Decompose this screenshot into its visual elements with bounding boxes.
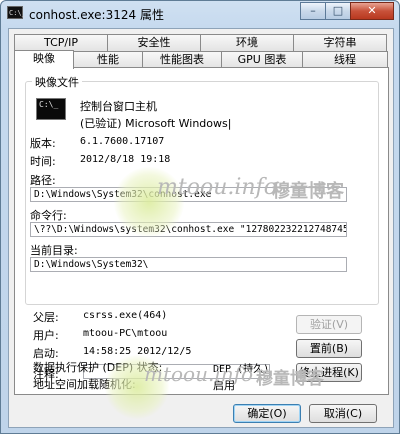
- watermark-brand-top: mtoou.info: [157, 175, 277, 200]
- tab-environment[interactable]: 环境: [200, 34, 294, 51]
- image-tab-panel: 映像文件 C:\_ 控制台窗口主机 (已验证) Microsoft Window…: [14, 67, 389, 395]
- time-value: 2012/8/18 19:18: [80, 154, 171, 165]
- ok-button[interactable]: 确定(O): [233, 404, 301, 423]
- verify-button[interactable]: 验证(V): [296, 315, 362, 334]
- cancel-button[interactable]: 取消(C): [309, 404, 377, 423]
- verified-publisher-text: (已验证) Microsoft Windows: [80, 117, 228, 130]
- parent-value: csrss.exe(464): [83, 310, 168, 321]
- tab-row-bottom: 映像 性能 性能图表 GPU 图表 线程: [14, 50, 388, 69]
- command-line-label: 命令行:: [30, 209, 67, 222]
- watermark-cn-bottom: 穆童博客: [256, 369, 324, 389]
- tab-row-top: TCP/IP 安全性 环境 字符串: [14, 34, 387, 51]
- properties-window: C:\_ conhost.exe:3124 属性 – □ ✕ TCP/IP 安全…: [0, 0, 400, 434]
- version-value: 6.1.7600.17107: [80, 136, 165, 147]
- command-line-field[interactable]: \??\D:\Windows\system32\conhost.exe "127…: [30, 222, 347, 237]
- maximize-button[interactable]: □: [325, 2, 351, 20]
- tab-gpu-graph[interactable]: GPU 图表: [221, 51, 303, 68]
- time-label: 时间:: [30, 155, 56, 168]
- console-icon: C:\_: [36, 98, 66, 120]
- minimize-button[interactable]: –: [300, 2, 326, 20]
- user-value: mtoou-PC\mtoou: [83, 328, 168, 339]
- watermark-cn-top: 穆童博客: [272, 181, 344, 202]
- tab-threads[interactable]: 线程: [302, 51, 388, 68]
- path-label: 路径:: [30, 174, 56, 187]
- tab-performance-graph[interactable]: 性能图表: [142, 51, 222, 68]
- tab-strings[interactable]: 字符串: [293, 34, 387, 51]
- user-label: 用户:: [33, 329, 59, 342]
- bring-to-front-button[interactable]: 置前(B): [296, 339, 362, 358]
- image-file-group-title: 映像文件: [32, 74, 82, 90]
- current-directory-field[interactable]: D:\Windows\System32\: [30, 257, 347, 272]
- tab-tcpip[interactable]: TCP/IP: [14, 34, 108, 51]
- title-bar[interactable]: C:\_ conhost.exe:3124 属性 – □ ✕: [1, 1, 399, 27]
- version-label: 版本:: [30, 137, 56, 150]
- app-description: 控制台窗口主机: [80, 100, 157, 113]
- tab-security[interactable]: 安全性: [107, 34, 201, 51]
- dialog-client: TCP/IP 安全性 环境 字符串 映像 性能 性能图表 GPU 图表 线程 映…: [8, 28, 394, 428]
- watermark-brand-bottom: mtoou.info: [144, 362, 254, 386]
- window-title: conhost.exe:3124 属性: [29, 8, 164, 22]
- tab-image[interactable]: 映像: [14, 50, 74, 69]
- tab-performance[interactable]: 性能: [73, 51, 143, 68]
- text-cursor: |: [227, 117, 232, 130]
- console-app-icon: C:\_: [7, 6, 26, 19]
- verified-publisher: (已验证) Microsoft Windows|: [80, 115, 231, 131]
- close-button[interactable]: ✕: [350, 2, 394, 20]
- current-directory-label: 当前目录:: [30, 244, 78, 257]
- parent-label: 父层:: [33, 311, 59, 324]
